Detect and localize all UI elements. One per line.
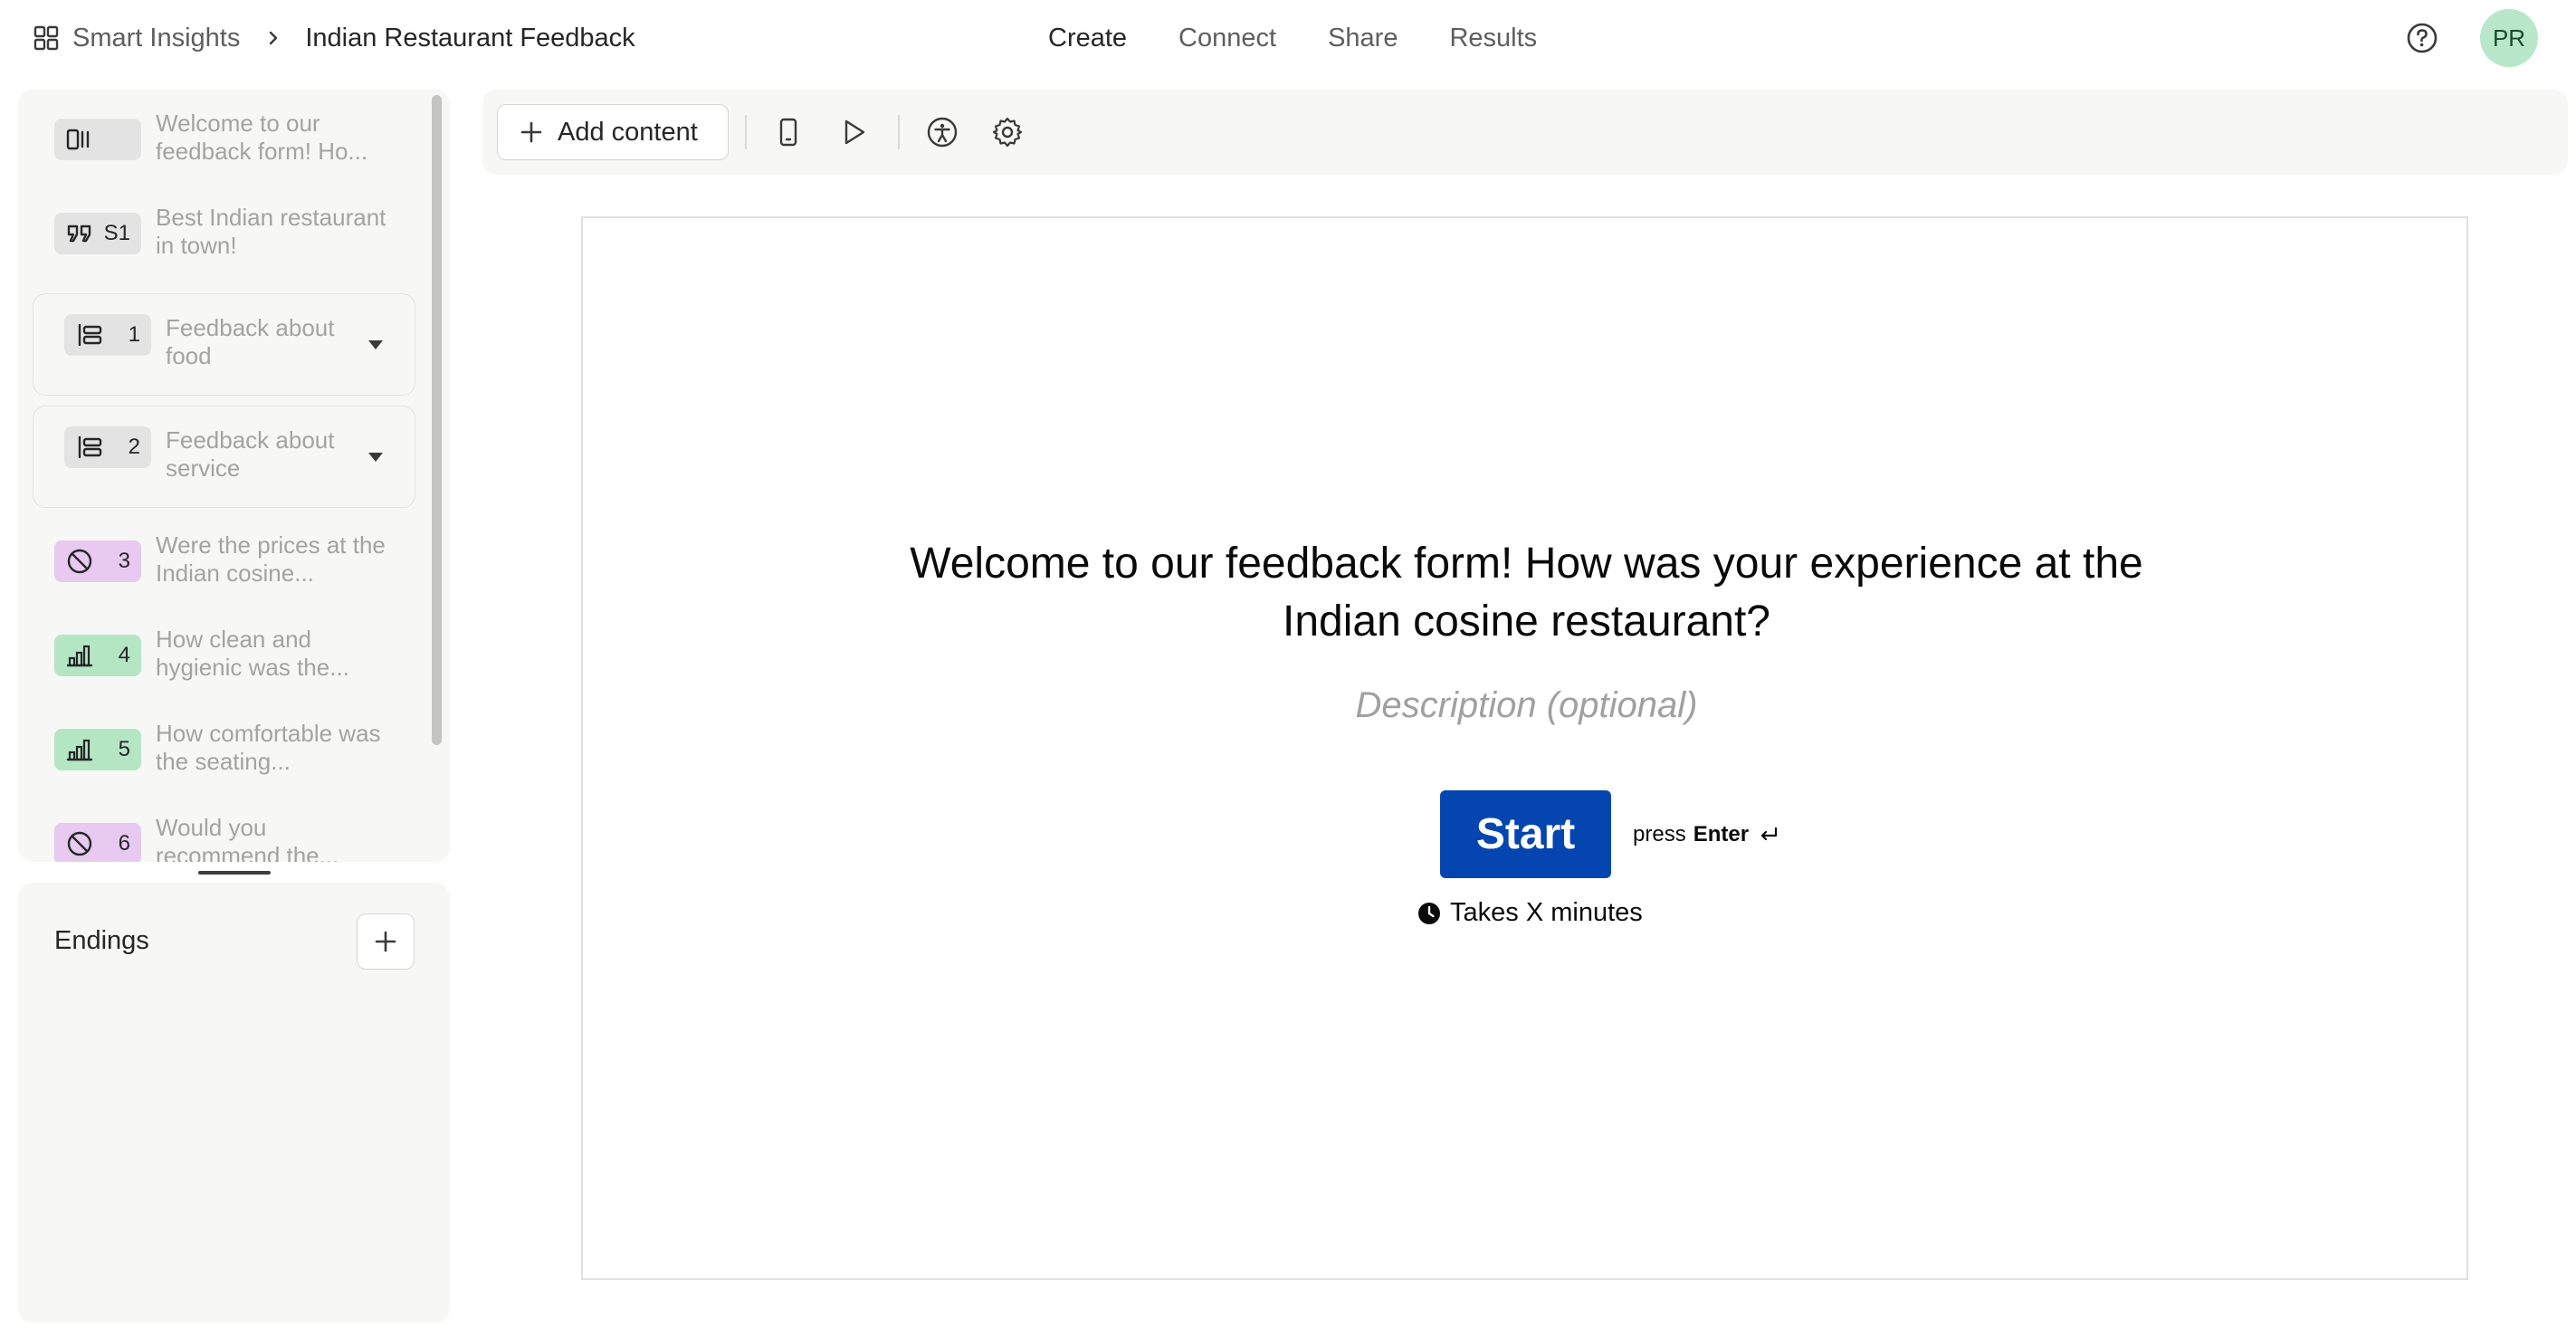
block-title: Feedback about food [166,314,335,369]
block-number: 3 [118,549,130,573]
welcome-title-line-1: Welcome to our feedback form! How was yo… [910,540,2143,588]
caret-down-icon[interactable] [367,451,385,464]
main-nav: Create Connect Share Results [1048,20,1589,56]
play-icon [844,120,865,145]
workspace-grid-icon[interactable] [33,24,60,52]
nav-results[interactable]: Results [1449,24,1537,53]
sidebar-item-welcome[interactable]: Welcome to our feedback form! Ho... [54,108,416,171]
block-title: Would you recommend the... [156,814,339,862]
breadcrumb-form-title[interactable]: Indian Restaurant Feedback [305,24,634,53]
clock-icon [1418,902,1440,924]
opinion-scale-icon [66,739,93,761]
help-icon[interactable] [2406,22,2438,54]
block-badge: 4 [54,635,141,676]
add-content-label: Add content [558,117,698,147]
welcome-title[interactable]: Welcome to our feedback form! How was yo… [854,535,2199,651]
enter-label: Enter [1693,822,1750,846]
block-badge [54,119,141,160]
block-title: Feedback about service [166,426,335,482]
mobile-preview-button[interactable] [771,115,806,149]
avatar[interactable]: PR [2480,9,2538,67]
plus-icon [375,931,396,952]
start-button[interactable]: Start [1440,790,1611,878]
nav-create[interactable]: Create [1048,24,1127,53]
sidebar-item-6[interactable]: 6 Would you recommend the... [54,812,416,862]
toolbar-divider [745,115,747,149]
sidebar-group-service[interactable]: 2 Feedback about service [33,406,415,508]
block-title: How clean and hygienic was the... [156,626,349,681]
block-number: 2 [128,435,140,459]
time-to-complete: Takes X minutes [1417,898,1643,928]
block-title: How comfortable was the seating... [156,720,381,775]
block-badge: 3 [54,540,141,582]
press-label: press [1633,822,1686,846]
block-badge: 1 [64,314,151,356]
question-group-icon [78,323,102,347]
time-label: Takes X minutes [1450,898,1643,927]
opinion-scale-icon [66,645,93,667]
block-number: 4 [118,643,130,667]
block-badge: 6 [54,823,141,862]
block-number: 5 [118,737,130,761]
settings-button[interactable] [990,115,1025,149]
block-number: 1 [128,322,140,347]
sidebar-item-4[interactable]: 4 How clean and hygienic was the... [54,624,416,687]
block-title: Welcome to our feedback form! Ho... [156,110,368,165]
accessibility-button[interactable] [925,115,959,149]
endings-panel: Endings [18,883,450,1323]
block-title: Were the prices at the Indian cosine... [156,531,386,587]
sidebar: Welcome to our feedback form! Ho... S1 B… [18,90,450,862]
sidebar-block-list[interactable]: Welcome to our feedback form! Ho... S1 B… [18,90,450,862]
mobile-icon [779,118,797,147]
sidebar-item-3[interactable]: 3 Were the prices at the Indian cosine..… [54,530,416,593]
sidebar-item-statement[interactable]: S1 Best Indian restaurant in town! [54,202,416,265]
block-badge: 2 [64,426,151,468]
gear-icon [992,117,1023,148]
add-content-button[interactable]: Add content [497,104,729,160]
yes-no-icon [67,831,92,856]
caret-down-icon[interactable] [367,339,385,351]
block-badge: 5 [54,729,141,770]
panel-resize-handle[interactable] [198,871,271,875]
welcome-screen-icon [66,129,90,150]
endings-title: Endings [54,926,149,955]
quote-icon [67,225,91,243]
editor-toolbar: Add content [482,90,2568,175]
enter-key-icon [1760,827,1778,841]
preview-button[interactable] [836,115,871,149]
welcome-title-line-2: Indian cosine restaurant? [1282,598,1770,645]
block-title: Best Indian restaurant in town! [156,204,386,259]
breadcrumb-workspace[interactable]: Smart Insights [72,24,240,53]
block-number: 6 [118,831,130,856]
question-group-icon [78,435,102,459]
chevron-right-icon [270,31,278,45]
sidebar-item-5[interactable]: 5 How comfortable was the seating... [54,718,416,781]
nav-connect[interactable]: Connect [1178,24,1276,53]
yes-no-icon [67,549,92,574]
block-badge: S1 [54,213,141,254]
form-preview-canvas: Welcome to our feedback form! How was yo… [581,216,2468,1280]
plus-icon [520,121,542,143]
top-bar: Smart Insights Indian Restaurant Feedbac… [0,0,2576,76]
description-input[interactable]: Description (optional) [854,685,2199,726]
breadcrumb: Smart Insights Indian Restaurant Feedbac… [33,20,635,56]
sidebar-group-food[interactable]: 1 Feedback about food [33,293,415,396]
press-enter-hint: press Enter [1633,822,1779,847]
block-number: S1 [103,221,130,245]
sidebar-scrollbar[interactable] [432,95,442,745]
accessibility-icon [927,117,958,148]
nav-share[interactable]: Share [1328,24,1398,53]
add-ending-button[interactable] [357,913,415,970]
toolbar-divider [898,115,900,149]
